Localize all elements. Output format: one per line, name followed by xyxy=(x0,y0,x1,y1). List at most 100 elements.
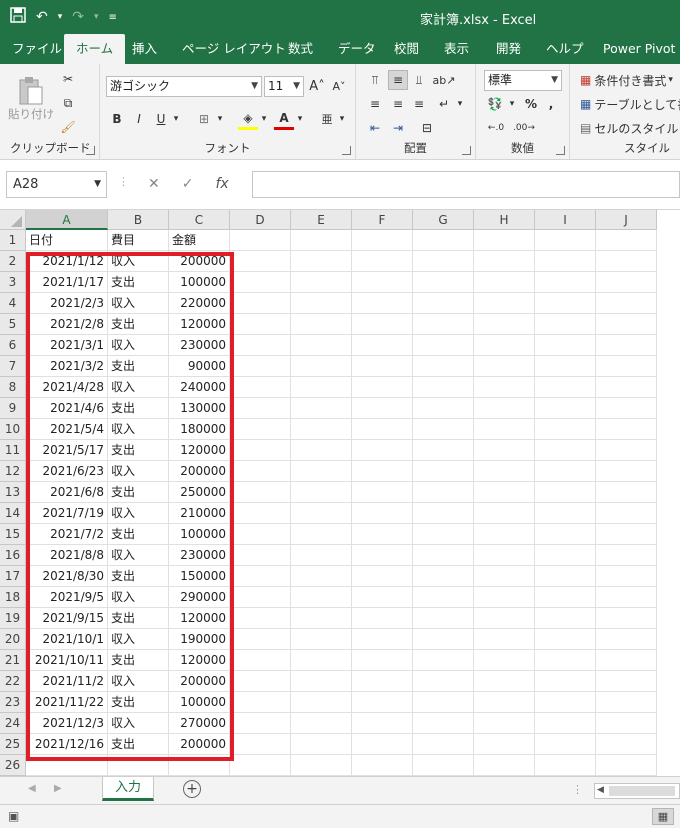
cell[interactable] xyxy=(535,419,596,440)
cell[interactable]: 200000 xyxy=(169,251,230,272)
cell[interactable] xyxy=(352,482,413,503)
cell[interactable] xyxy=(474,650,535,671)
cell[interactable] xyxy=(230,377,291,398)
undo-dropdown-icon[interactable]: ▾ xyxy=(58,12,63,22)
cell[interactable] xyxy=(230,251,291,272)
cell[interactable] xyxy=(413,272,474,293)
cell[interactable]: 100000 xyxy=(169,272,230,293)
cell[interactable] xyxy=(535,482,596,503)
cell[interactable]: 2021/9/5 xyxy=(26,587,108,608)
column-header-c[interactable]: C xyxy=(169,210,230,230)
cell[interactable] xyxy=(535,314,596,335)
cell[interactable] xyxy=(352,629,413,650)
cell[interactable]: 100000 xyxy=(169,524,230,545)
cell[interactable] xyxy=(474,398,535,419)
column-header-f[interactable]: F xyxy=(352,210,413,230)
select-all-corner[interactable] xyxy=(0,210,26,230)
cell[interactable] xyxy=(352,545,413,566)
formula-bar-handle-icon[interactable]: ⋮ xyxy=(118,175,129,188)
cell[interactable] xyxy=(535,629,596,650)
cell[interactable] xyxy=(108,755,169,776)
formula-input[interactable] xyxy=(252,171,680,198)
cell[interactable]: 支出 xyxy=(108,272,169,293)
cell[interactable] xyxy=(352,713,413,734)
cell[interactable] xyxy=(596,713,657,734)
tab-page-layout[interactable]: ページ レイアウト xyxy=(182,34,286,64)
cell[interactable] xyxy=(26,755,108,776)
cell[interactable]: 2021/6/8 xyxy=(26,482,108,503)
cell[interactable] xyxy=(535,692,596,713)
cell[interactable] xyxy=(413,524,474,545)
cell[interactable]: 210000 xyxy=(169,503,230,524)
cell[interactable] xyxy=(291,503,352,524)
cell[interactable] xyxy=(474,587,535,608)
cell[interactable] xyxy=(291,461,352,482)
cell[interactable]: 90000 xyxy=(169,356,230,377)
cell[interactable] xyxy=(413,713,474,734)
cell[interactable]: 290000 xyxy=(169,587,230,608)
cell[interactable] xyxy=(352,566,413,587)
cell[interactable] xyxy=(596,671,657,692)
cell[interactable] xyxy=(230,482,291,503)
cell[interactable] xyxy=(291,482,352,503)
row-header[interactable]: 4 xyxy=(0,293,26,314)
cell[interactable]: 150000 xyxy=(169,566,230,587)
cell[interactable] xyxy=(352,377,413,398)
align-center-icon[interactable]: ≡ xyxy=(388,94,408,114)
cell[interactable] xyxy=(596,272,657,293)
cell[interactable] xyxy=(352,734,413,755)
cell[interactable] xyxy=(596,482,657,503)
cell[interactable] xyxy=(596,650,657,671)
cell[interactable] xyxy=(413,293,474,314)
cell[interactable] xyxy=(535,566,596,587)
cell[interactable] xyxy=(291,545,352,566)
tab-power-pivot[interactable]: Power Pivot xyxy=(603,34,675,64)
cell[interactable] xyxy=(596,461,657,482)
number-format-dropdown-icon[interactable]: ▼ xyxy=(551,71,558,90)
cell[interactable] xyxy=(413,755,474,776)
cell[interactable] xyxy=(230,713,291,734)
cell[interactable] xyxy=(352,461,413,482)
next-sheet-icon[interactable]: ▶ xyxy=(54,783,62,794)
increase-decimal-icon[interactable]: ←.0 xyxy=(484,118,508,138)
cell[interactable] xyxy=(413,566,474,587)
spreadsheet-grid[interactable]: A B C D E F G H I J 1 日付 費目 金額 2 2021/1/12 収入 200000 3 2021… xyxy=(0,210,680,776)
cell[interactable] xyxy=(230,356,291,377)
cell[interactable] xyxy=(535,545,596,566)
cell[interactable] xyxy=(291,293,352,314)
cell[interactable] xyxy=(596,503,657,524)
cut-icon[interactable]: ✂ xyxy=(58,70,78,88)
cell-styles-button[interactable]: ▤ セルのスタイル ▾ xyxy=(580,118,680,138)
cell[interactable]: 230000 xyxy=(169,545,230,566)
cell[interactable]: 120000 xyxy=(169,608,230,629)
cell[interactable] xyxy=(413,629,474,650)
row-header[interactable]: 6 xyxy=(0,335,26,356)
wrap-text-icon[interactable]: ↵ xyxy=(434,94,454,114)
cell[interactable] xyxy=(596,398,657,419)
cell[interactable]: 2021/5/4 xyxy=(26,419,108,440)
cell[interactable] xyxy=(474,671,535,692)
sheet-tab-input[interactable]: 入力 xyxy=(102,777,154,801)
cell[interactable] xyxy=(352,524,413,545)
cell[interactable] xyxy=(230,314,291,335)
cell[interactable]: 2021/11/2 xyxy=(26,671,108,692)
macro-record-icon[interactable]: ▣ xyxy=(8,809,19,823)
cell[interactable] xyxy=(291,377,352,398)
cell[interactable]: 2021/9/15 xyxy=(26,608,108,629)
cell[interactable] xyxy=(413,587,474,608)
cell[interactable] xyxy=(413,377,474,398)
font-color-icon[interactable]: A xyxy=(274,108,294,130)
cell[interactable] xyxy=(596,293,657,314)
cell[interactable] xyxy=(474,461,535,482)
tab-home[interactable]: ホーム xyxy=(64,34,126,64)
font-launcher-icon[interactable] xyxy=(342,146,351,155)
tab-help[interactable]: ヘルプ xyxy=(546,34,584,64)
column-header-j[interactable]: J xyxy=(596,210,657,230)
cell[interactable]: 収入 xyxy=(108,335,169,356)
cell[interactable] xyxy=(230,503,291,524)
row-header[interactable]: 3 xyxy=(0,272,26,293)
row-header[interactable]: 12 xyxy=(0,461,26,482)
cell[interactable]: 130000 xyxy=(169,398,230,419)
redo-icon[interactable]: ↷ xyxy=(72,9,84,25)
row-header[interactable]: 25 xyxy=(0,734,26,755)
